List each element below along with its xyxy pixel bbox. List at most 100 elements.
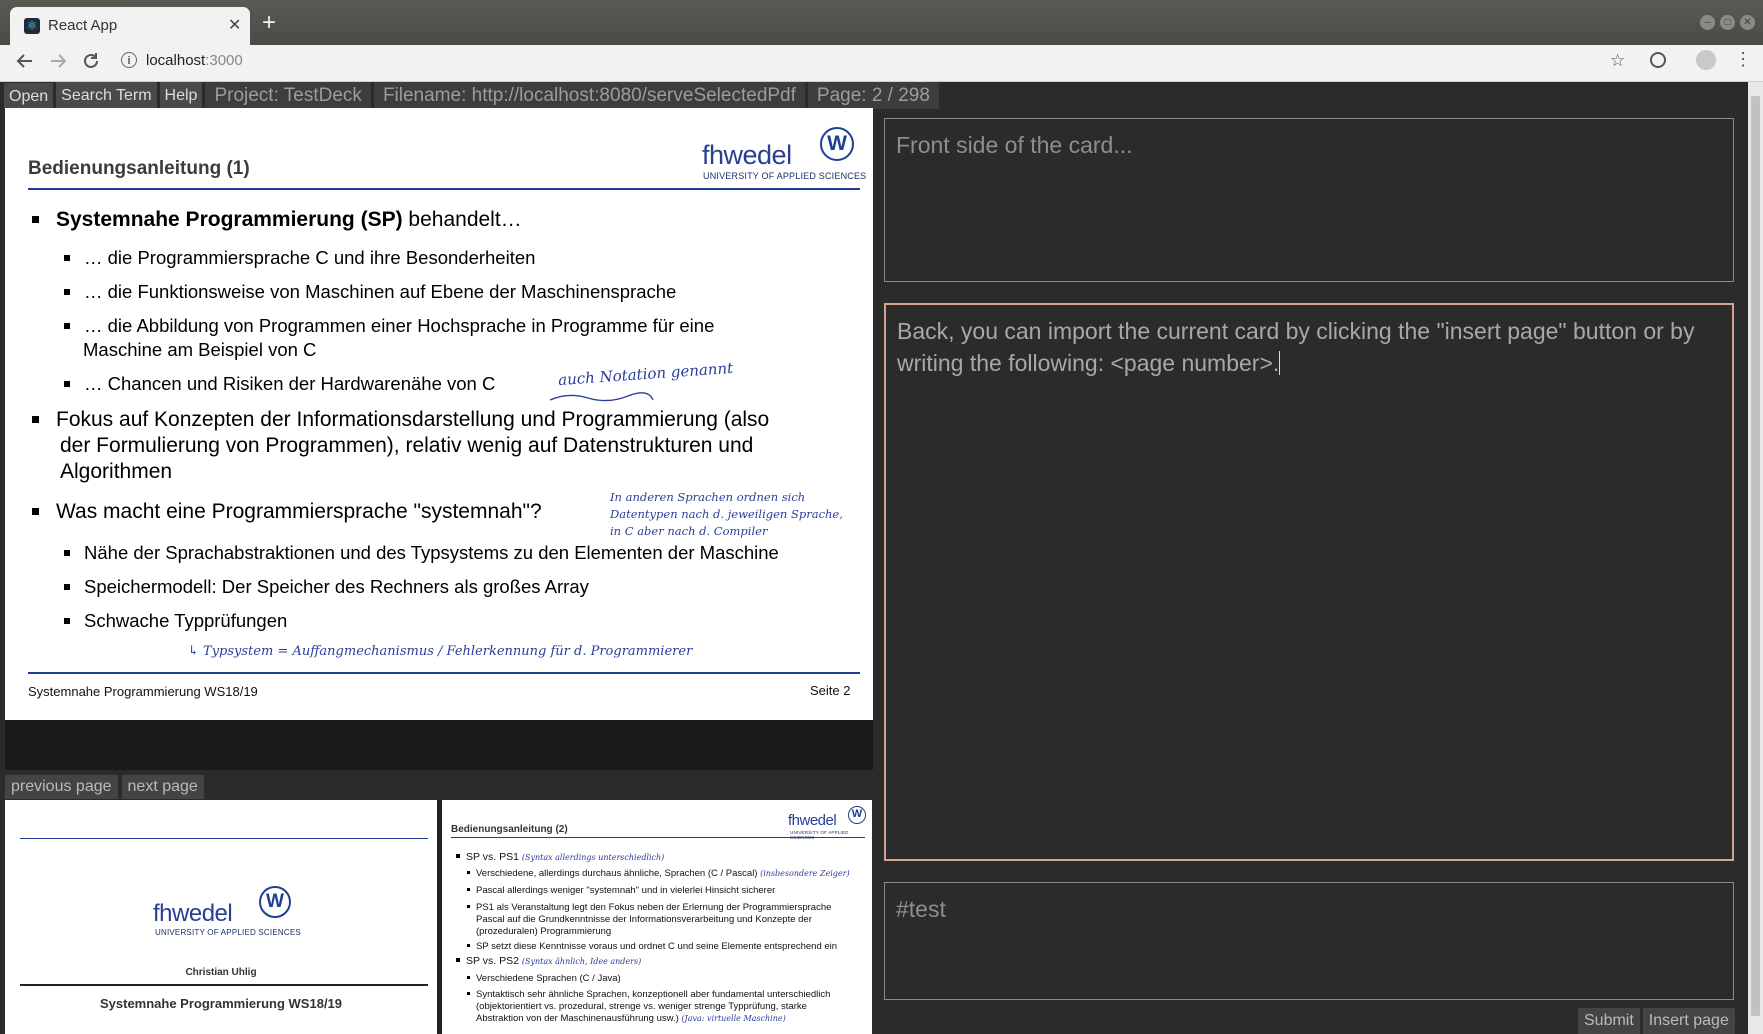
insert-page-button[interactable]: Insert page	[1642, 1008, 1735, 1034]
url-host: localhost	[146, 52, 206, 69]
back-card-input[interactable]: Back, you can import the current card by…	[884, 303, 1734, 861]
extension-icon[interactable]	[1650, 52, 1666, 68]
thumb-line: SP vs. PS1 (Syntax allerdings unterschie…	[456, 851, 664, 863]
thumb-rule	[20, 984, 428, 986]
thumb-text: Verschiedene, allerdings durchaus ähnlic…	[476, 868, 758, 879]
sub-bullet-text: … die Funktionsweise von Maschinen auf E…	[84, 281, 677, 302]
handwritten-note-3: ↳ Typsystem = Auffangmechanismus / Fehle…	[188, 644, 693, 659]
thumb-text: SP setzt diese Kenntnisse voraus und ord…	[476, 941, 838, 952]
fhwedel-logo-subtitle: UNIVERSITY OF APPLIED SCIENCES	[155, 928, 301, 937]
bullet-3: Was macht eine Programmiersprache "syste…	[32, 500, 542, 524]
sub-bullet: Nähe der Sprachabstraktionen und des Typ…	[64, 542, 779, 564]
fhwedel-logo-icon: W	[259, 886, 291, 918]
open-button[interactable]: Open	[4, 83, 54, 109]
handwritten-note-2-line2: Datentypen nach d. jeweiligen Sprache,	[610, 507, 843, 521]
front-card-input[interactable]: Front side of the card...	[884, 118, 1734, 282]
thumb-rule	[451, 837, 865, 838]
browser-toolbar	[0, 45, 1763, 82]
thumb-handwriting: (Syntax ähnlich, Idee anders)	[521, 957, 642, 966]
back-arrow-icon[interactable]	[14, 50, 36, 78]
fhwedel-logo-text: fhwedel	[788, 812, 837, 829]
page-thumbnail-2[interactable]: Bedienungsanleitung (2) fhwedel W UNIVER…	[442, 800, 872, 1034]
thumb-text: Pascal auf die Grundkenntnisse der Infor…	[476, 914, 812, 925]
forward-arrow-icon[interactable]	[47, 50, 69, 78]
thumb-text: (objektorientiert vs. prozedural, streng…	[476, 1001, 807, 1012]
slide-title: Bedienungsanleitung (1)	[28, 158, 250, 179]
thumb-author: Christian Uhlig	[185, 967, 257, 978]
fhwedel-logo-icon: W	[820, 127, 854, 161]
header-rule	[28, 188, 860, 190]
slide-page-number: Seite 2	[810, 683, 851, 698]
fhwedel-logo-subtitle: UNIVERSITY OF APPLIED SCIENCES	[790, 830, 849, 840]
bullet-2-line3: Algorithmen	[60, 460, 173, 483]
page-indicator: Page: 2 / 298	[807, 82, 939, 109]
window-maximize-button[interactable]: □	[1720, 15, 1735, 30]
thumb-text: PS1 als Veranstaltung legt den Fokus neb…	[476, 902, 832, 913]
vertical-scrollbar[interactable]	[1748, 82, 1763, 1034]
fhwedel-logo-text: fhwedel	[702, 140, 792, 170]
thumb-text: SP vs. PS2	[466, 955, 519, 967]
page-thumbnail-1[interactable]: fhwedel W UNIVERSITY OF APPLIED SCIENCES…	[5, 800, 437, 1034]
sub-bullet-text: Speichermodell: Der Speicher des Rechner…	[84, 576, 589, 597]
sub-bullet: Schwache Typprüfungen	[64, 610, 287, 632]
pdf-view-background	[5, 720, 873, 770]
window-close-button[interactable]: ✕	[1740, 15, 1755, 30]
submit-button[interactable]: Submit	[1578, 1008, 1640, 1034]
footer-rule	[28, 672, 860, 674]
fhwedel-logo-subtitle: UNIVERSITY OF APPLIED SCIENCES	[703, 171, 867, 181]
thumb-line: SP setzt diese Kenntnisse voraus und ord…	[467, 941, 837, 952]
back-card-text-wrap: Back, you can import the current card by…	[897, 315, 1720, 379]
handwritten-note-2-line1: In anderen Sprachen ordnen sich	[610, 490, 806, 504]
thumb-handwriting: (Java: virtuelle Maschine)	[681, 1014, 786, 1023]
scrollbar-thumb[interactable]	[1751, 96, 1760, 1016]
handwritten-underline	[549, 392, 654, 402]
project-label: Project: TestDeck	[205, 82, 371, 109]
handwritten-note-2-line3: in C aber nach d. Compiler	[610, 524, 768, 538]
react-favicon-icon: ⚛	[24, 18, 40, 34]
thumb-line: Verschiedene, allerdings durchaus ähnlic…	[467, 868, 850, 879]
sub-bullet-continuation: Maschine am Beispiel von C	[83, 339, 317, 360]
new-tab-button[interactable]: +	[262, 11, 276, 35]
thumb-line: Pascal allerdings weniger "systemnah" un…	[467, 885, 775, 896]
bullet-2: Fokus auf Konzepten der Informationsdars…	[32, 408, 769, 432]
bullet-1-bold: Systemnahe Programmierung (SP)	[56, 208, 403, 231]
sub-bullet-text: Nähe der Sprachabstraktionen und des Typ…	[84, 542, 779, 563]
sub-bullet: … die Abbildung von Programmen einer Hoc…	[64, 315, 714, 337]
bullet-3-text: Was macht eine Programmiersprache "syste…	[56, 500, 542, 523]
sub-bullet-text: … die Programmiersprache C und ihre Beso…	[84, 247, 536, 268]
site-info-icon[interactable]: i	[121, 52, 137, 68]
text-cursor	[1279, 351, 1281, 375]
bullet-square	[32, 216, 39, 223]
thumb-rule	[20, 838, 428, 839]
sub-bullet-text: Schwache Typprüfungen	[84, 610, 288, 631]
thumb-text: Pascal allerdings weniger "systemnah" un…	[476, 885, 776, 896]
help-button[interactable]: Help	[159, 82, 203, 109]
thumb-course-title: Systemnahe Programmierung WS18/19	[99, 996, 343, 1011]
thumb-line: Verschiedene Sprachen (C / Java)	[467, 973, 621, 984]
thumb-text: Verschiedene Sprachen (C / Java)	[476, 973, 621, 984]
thumb-text: SP vs. PS1	[466, 851, 519, 863]
search-term-button[interactable]: Search Term	[56, 82, 157, 109]
sub-bullet: Speichermodell: Der Speicher des Rechner…	[64, 576, 589, 598]
thumb-line: PS1 als Veranstaltung legt den Fokus neb…	[467, 902, 831, 913]
browser-tab[interactable]: ⚛ React App ✕	[10, 7, 250, 45]
bullet-1: Systemnahe Programmierung (SP) behandelt…	[32, 208, 522, 232]
back-card-text: Back, you can import the current card by…	[897, 318, 1695, 376]
tab-close-icon[interactable]: ✕	[228, 15, 241, 35]
profile-avatar-icon[interactable]	[1696, 50, 1716, 70]
bookmark-star-icon[interactable]: ☆	[1610, 51, 1625, 71]
tags-input[interactable]: #test	[884, 882, 1734, 1000]
next-page-button[interactable]: next page	[121, 775, 204, 799]
sub-bullet-text: … die Abbildung von Programmen einer Hoc…	[84, 315, 715, 336]
slide-footer-left: Systemnahe Programmierung WS18/19	[28, 684, 258, 699]
sub-bullet: … die Programmiersprache C und ihre Beso…	[64, 247, 535, 269]
reload-icon[interactable]	[80, 50, 102, 78]
thumb-line: Abstraktion von der Maschinenausführung …	[476, 1013, 786, 1024]
browser-menu-icon[interactable]: ⋮	[1734, 50, 1752, 68]
window-minimize-button[interactable]: –	[1700, 15, 1715, 30]
filename-label: Filename: http://localhost:8080/serveSel…	[373, 82, 805, 109]
sub-bullet: … Chancen und Risiken der Hardwarenähe v…	[64, 373, 495, 395]
thumb-line: Syntaktisch sehr ähnliche Sprachen, konz…	[467, 989, 830, 1000]
previous-page-button[interactable]: previous page	[5, 775, 118, 799]
address-bar[interactable]: localhost:3000	[146, 52, 243, 69]
